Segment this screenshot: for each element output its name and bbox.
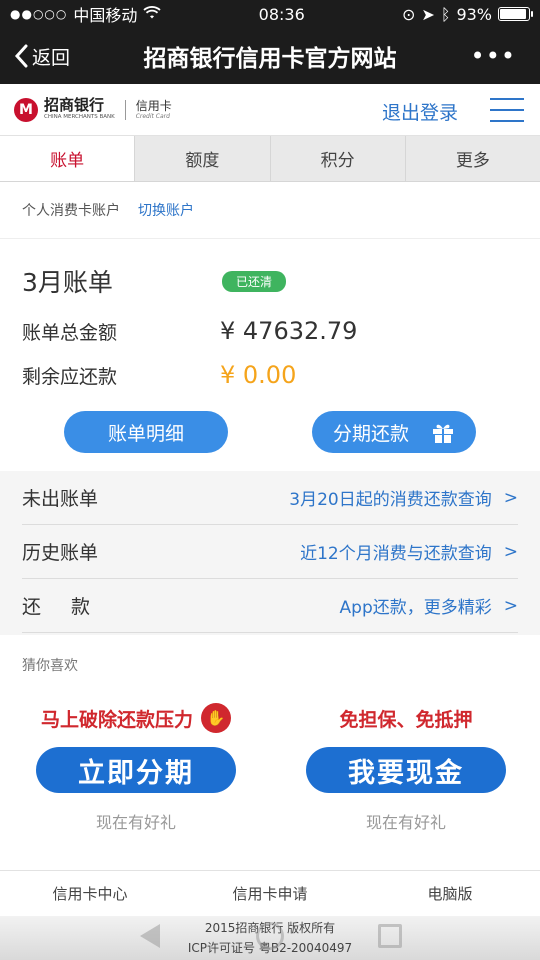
promo-headline: 免担保、免抵押	[339, 708, 473, 731]
remaining-label: 剩余应还款	[22, 365, 118, 388]
bluetooth-icon: ᛒ	[440, 4, 451, 24]
location-icon: ➤	[421, 4, 435, 24]
section-title: 猜你喜欢	[22, 658, 78, 674]
gift-icon	[433, 424, 453, 443]
list-item-value: 3月20日起的消费还款查询	[289, 490, 492, 510]
footer-link-card-center[interactable]: 信用卡中心	[0, 883, 180, 904]
account-bar: 个人消费卡账户 切换账户	[0, 182, 540, 238]
carrier-label: 中国移动	[73, 6, 138, 25]
bank-name-en: CHINA MERCHANTS BANK	[44, 114, 115, 121]
tab-points[interactable]: 积分	[271, 136, 406, 181]
bill-card: 3月账单 已还清 账单总金额 ¥ 47632.79 剩余应还款 ¥ 0.00 账…	[0, 238, 540, 471]
promo-cash: 免担保、免抵押 我要现金 现在有好礼	[306, 701, 506, 833]
recommendation-section: 猜你喜欢 马上破除还款压力 ✋ 立即分期 现在有好礼 免担保、免抵押 我要现金 …	[0, 635, 540, 877]
bill-detail-button[interactable]: 账单明细	[64, 411, 228, 453]
back-button[interactable]: 返回	[14, 28, 70, 84]
page-title: 招商银行信用卡官方网站	[143, 46, 397, 72]
list-item-value: 近12个月消费与还款查询	[300, 544, 492, 564]
footer-link-desktop[interactable]: 电脑版	[360, 883, 540, 904]
bill-menu-list: 未出账单 3月20日起的消费还款查询 > 历史账单 近12个月消费与还款查询 > 还…	[0, 471, 540, 635]
bank-name-cn: 招商银行	[44, 96, 105, 115]
more-menu-button[interactable]: •••	[471, 28, 516, 84]
list-item-value: App还款，更多精彩	[339, 598, 492, 618]
nav-bar: 返回 招商银行信用卡官方网站 •••	[0, 28, 540, 84]
copyright: 2015招商银行 版权所有 ICP许可证号 粤B2-20040497	[0, 916, 540, 960]
total-amount-value: ¥ 47632.79	[220, 317, 358, 345]
footer-link-card-apply[interactable]: 信用卡申请	[180, 883, 360, 904]
back-label: 返回	[32, 46, 71, 69]
menu-icon[interactable]	[490, 98, 524, 122]
installment-button[interactable]: 分期还款	[312, 411, 476, 453]
brand-divider	[124, 99, 126, 120]
credit-card-en: Credit Card	[135, 112, 170, 120]
signal-icon: ●●○○○	[10, 7, 68, 21]
tab-more[interactable]: 更多	[406, 136, 540, 181]
total-amount-label: 账单总金额	[22, 321, 118, 344]
chevron-left-icon	[14, 44, 28, 68]
logout-link[interactable]: 退出登录	[382, 98, 458, 125]
icp-text: ICP许可证号 粤B2-20040497	[187, 941, 353, 955]
get-cash-button[interactable]: 我要现金	[306, 747, 506, 793]
chevron-right-icon: >	[503, 487, 518, 508]
bill-month: 3月账单	[22, 268, 113, 297]
cmb-logo-icon: M	[14, 97, 38, 122]
account-type-label: 个人消费卡账户	[22, 203, 120, 219]
battery-icon	[498, 7, 533, 21]
promo-headline: 马上破除还款压力	[40, 708, 193, 731]
installment-now-button[interactable]: 立即分期	[36, 747, 236, 793]
installment-label: 分期还款	[332, 422, 409, 445]
list-item-history[interactable]: 历史账单 近12个月消费与还款查询 >	[22, 525, 518, 579]
remaining-value: ¥ 0.00	[220, 361, 297, 389]
status-badge: 已还清	[222, 270, 287, 292]
credit-card-cn: 信用卡	[135, 98, 172, 113]
switch-account-link[interactable]: 切换账户	[138, 200, 194, 220]
list-item-label: 还款	[22, 596, 121, 618]
clock: 08:36	[258, 4, 305, 24]
bank-logo: M 招商银行 CHINA MERCHANTS BANK 信用卡 Credit C…	[14, 96, 172, 122]
promo-gift-text: 现在有好礼	[365, 813, 446, 832]
tab-limit[interactable]: 额度	[135, 136, 271, 181]
orientation-lock-icon: ⊙	[402, 4, 416, 24]
promo-gift-text: 现在有好礼	[95, 813, 176, 832]
status-bar: ●●○○○ 中国移动 08:36 ⊙ ➤ ᛒ 93%	[0, 0, 540, 28]
battery-percent: 93%	[456, 4, 492, 24]
promo-installment: 马上破除还款压力 ✋ 立即分期 现在有好礼	[36, 701, 236, 833]
hand-icon: ✋	[201, 703, 231, 733]
chevron-right-icon: >	[503, 541, 518, 562]
bill-detail-label: 账单明细	[107, 422, 184, 445]
tab-bar: 账单 额度 积分 更多	[0, 136, 540, 182]
brand-header: M 招商银行 CHINA MERCHANTS BANK 信用卡 Credit C…	[0, 84, 540, 136]
chevron-right-icon: >	[503, 595, 518, 616]
copyright-text: 2015招商银行 版权所有	[204, 921, 336, 935]
list-item-label: 历史账单	[22, 542, 99, 564]
list-item-label: 未出账单	[22, 488, 99, 510]
tab-bill[interactable]: 账单	[0, 136, 136, 181]
top-bar: ●●○○○ 中国移动 08:36 ⊙ ➤ ᛒ 93% 返回 招商银行信用卡官方网…	[0, 0, 540, 84]
list-item-repay[interactable]: 还款 App还款，更多精彩 >	[22, 579, 518, 633]
list-item-unbilled[interactable]: 未出账单 3月20日起的消费还款查询 >	[22, 471, 518, 525]
footer-links: 信用卡中心 信用卡申请 电脑版	[0, 870, 540, 916]
wifi-icon	[143, 5, 161, 24]
